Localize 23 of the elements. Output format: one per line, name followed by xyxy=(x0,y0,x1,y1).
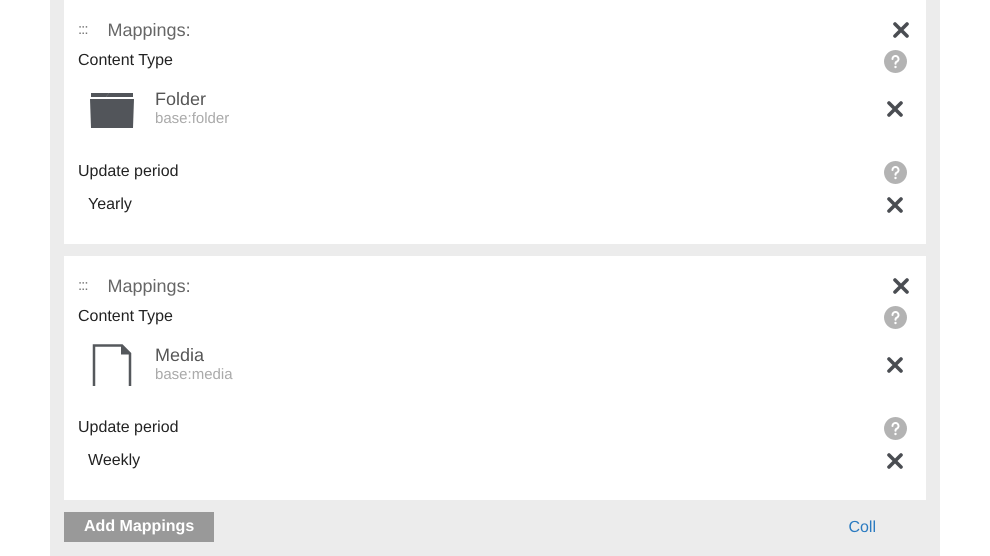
close-icon[interactable] xyxy=(886,452,904,470)
card-title: Mappings: xyxy=(108,18,191,42)
close-icon[interactable] xyxy=(892,277,910,295)
field-label: Content Type xyxy=(78,307,173,327)
add-mappings-button[interactable]: Add Mappings xyxy=(64,512,214,542)
close-icon[interactable] xyxy=(886,100,904,118)
close-icon[interactable] xyxy=(886,356,904,374)
field-label: Update period xyxy=(78,418,179,438)
content-type-id: base:media xyxy=(155,365,233,385)
drag-handle[interactable]: ::: xyxy=(78,274,88,298)
close-icon[interactable] xyxy=(886,196,904,214)
collapse-link[interactable]: Coll xyxy=(848,516,876,540)
field-label: Update period xyxy=(78,162,179,182)
update-period-value: Yearly xyxy=(88,195,132,215)
field-label: Content Type xyxy=(78,51,173,71)
card-title: Mappings: xyxy=(108,274,191,298)
drag-handle[interactable]: ::: xyxy=(78,18,88,42)
close-icon[interactable] xyxy=(892,21,910,39)
document-icon xyxy=(92,344,132,386)
content-type-name: Folder xyxy=(155,89,208,109)
content-type-name: Media xyxy=(155,345,206,365)
update-period-value: Weekly xyxy=(88,451,140,471)
content-type-id: base:folder xyxy=(155,109,230,129)
